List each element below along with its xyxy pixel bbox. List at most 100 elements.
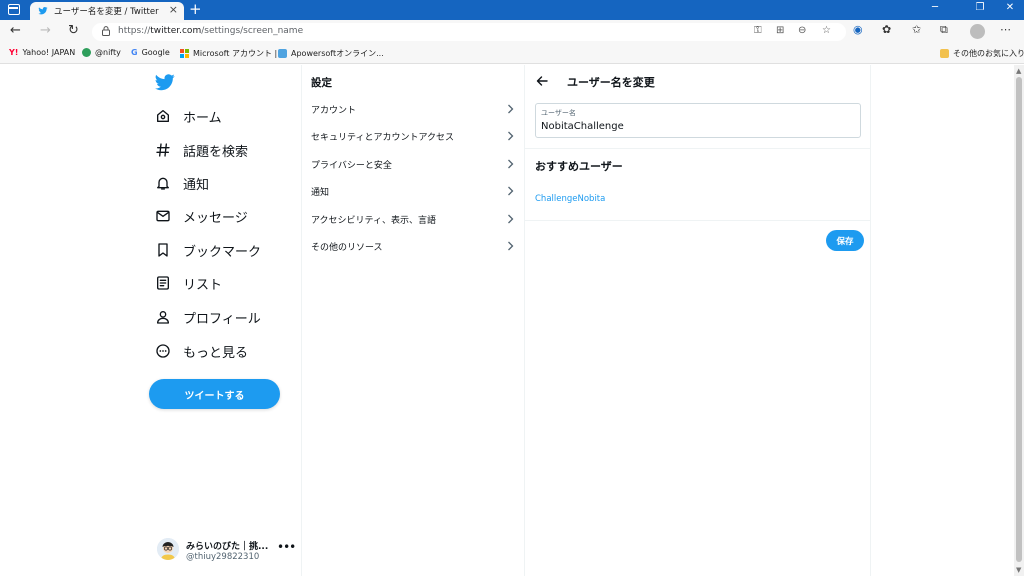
address-bar[interactable]: https://twitter.com/settings/screen_name…	[92, 23, 846, 41]
scroll-down-icon[interactable]: ▼	[1016, 566, 1021, 574]
avatar	[157, 538, 179, 560]
bookmark-google[interactable]: G Google	[131, 48, 170, 57]
scroll-thumb[interactable]	[1016, 77, 1022, 562]
username-field-label: ユーザー名	[541, 109, 576, 117]
forward-icon[interactable]: →	[40, 23, 51, 38]
username-field[interactable]: ユーザー名 NobitaChallenge	[535, 103, 861, 138]
back-arrow-icon[interactable]	[536, 75, 548, 87]
twitter-logo-icon[interactable]	[155, 74, 175, 91]
sidebar-item-more[interactable]: もっと見る	[155, 339, 248, 363]
chevron-right-icon	[508, 131, 514, 141]
chevron-right-icon	[508, 241, 514, 251]
list-icon	[157, 276, 169, 290]
sidebar-item-label: リスト	[183, 277, 223, 293]
browser-tab[interactable]: ユーザー名を変更 / Twitter ×	[30, 2, 184, 20]
column-divider	[524, 65, 525, 576]
browser-titlebar: ユーザー名を変更 / Twitter × + ─ ❐ ✕	[0, 0, 1024, 20]
settings-item-resources[interactable]: その他のリソース	[302, 234, 524, 261]
other-favorites-folder[interactable]: その他のお気に入り	[940, 48, 1024, 59]
close-window-icon[interactable]: ✕	[1000, 2, 1020, 13]
settings-item-label: アクセシビリティ、表示、言語	[311, 216, 437, 226]
save-button[interactable]: 保存	[826, 230, 864, 251]
settings-item-privacy[interactable]: プライバシーと安全	[302, 152, 524, 179]
zoom-icon[interactable]: ⊖	[798, 25, 806, 36]
back-icon[interactable]: ←	[10, 23, 21, 38]
recommended-username-link[interactable]: ChallengeNobita	[535, 194, 605, 204]
tab-title: ユーザー名を変更 / Twitter	[54, 7, 159, 17]
extensions-icon[interactable]: ✿	[882, 23, 891, 36]
twitter-page: ホーム 話題を検索 通知 メッセージ ブックマーク リスト プロフィール もっと…	[0, 65, 1024, 576]
tab-actions-icon[interactable]	[8, 4, 20, 15]
settings-item-notifications[interactable]: 通知	[302, 179, 524, 206]
chevron-right-icon	[508, 159, 514, 169]
sidebar-item-label: 話題を検索	[183, 144, 249, 160]
bookmark-icon	[158, 243, 168, 257]
sidebar-item-lists[interactable]: リスト	[155, 271, 222, 295]
sidebar-item-messages[interactable]: メッセージ	[155, 204, 248, 228]
app-available-icon[interactable]: ⊞	[776, 25, 784, 36]
page-title: ユーザー名を変更	[567, 76, 655, 89]
restore-icon[interactable]: ❐	[970, 2, 990, 13]
address-toolbar: ← → ↻ https://twitter.com/settings/scree…	[0, 20, 1024, 44]
bookmark-nifty[interactable]: @nifty	[82, 48, 121, 57]
sidebar-item-label: 通知	[183, 177, 210, 193]
google-icon: G	[131, 48, 138, 57]
twitter-bird-icon	[38, 7, 48, 15]
collections-icon[interactable]: ⧉	[940, 23, 948, 37]
sidebar-item-bookmarks[interactable]: ブックマーク	[155, 238, 261, 262]
envelope-icon	[156, 210, 170, 222]
person-icon	[157, 311, 169, 324]
user-display-name: みらいのびた｜挑...	[186, 542, 269, 552]
reload-icon[interactable]: ↻	[68, 23, 79, 38]
settings-item-label: その他のリソース	[311, 243, 383, 253]
page-scrollbar[interactable]: ▲ ▼	[1014, 65, 1024, 576]
sidebar-item-notifications[interactable]: 通知	[155, 171, 209, 195]
sidebar-item-explore[interactable]: 話題を検索	[155, 138, 248, 162]
bookmark-microsoft[interactable]: Microsoft アカウント |...	[180, 48, 285, 59]
bookmark-apowersoft[interactable]: Apowersoftオンライン...	[278, 48, 384, 59]
bookmark-yahoo[interactable]: Y! Yahoo! JAPAN	[9, 48, 75, 57]
section-divider	[525, 148, 870, 149]
more-circle-icon	[156, 344, 170, 358]
sidebar-item-profile[interactable]: プロフィール	[155, 305, 261, 329]
favorite-star-icon[interactable]: ☆	[822, 25, 831, 36]
tweet-button[interactable]: ツイートする	[149, 379, 280, 409]
settings-item-label: 通知	[311, 188, 330, 198]
minimize-icon[interactable]: ─	[925, 2, 945, 13]
chevron-right-icon	[508, 186, 514, 196]
user-handle: @thiuy29822310	[186, 552, 260, 562]
sidebar-item-label: メッセージ	[183, 210, 248, 226]
settings-item-label: セキュリティとアカウントアクセス	[311, 133, 455, 143]
nifty-icon	[82, 48, 91, 57]
folder-icon	[940, 49, 949, 58]
tab-close-icon[interactable]: ×	[169, 3, 178, 16]
settings-item-account[interactable]: アカウント	[302, 97, 524, 124]
section-divider	[525, 220, 870, 221]
settings-title: 設定	[311, 77, 332, 89]
globe-extension-icon[interactable]: ◉	[853, 23, 863, 36]
profile-avatar-icon[interactable]	[970, 24, 985, 39]
avatar-illustration-icon	[157, 538, 179, 560]
key-icon[interactable]: ⚿	[754, 25, 762, 36]
url-text: https://twitter.com/settings/screen_name	[118, 26, 304, 36]
username-input[interactable]: NobitaChallenge	[541, 121, 624, 132]
new-tab-button[interactable]: +	[189, 0, 202, 18]
home-icon	[157, 110, 169, 122]
sidebar-item-label: もっと見る	[183, 345, 249, 361]
settings-item-label: アカウント	[311, 106, 357, 116]
chevron-right-icon	[508, 214, 514, 224]
more-options-icon[interactable]: •••	[277, 540, 296, 554]
account-switcher[interactable]: みらいのびた｜挑... @thiuy29822310 •••	[157, 536, 297, 566]
yahoo-icon: Y!	[9, 48, 19, 57]
settings-item-accessibility[interactable]: アクセシビリティ、表示、言語	[302, 207, 524, 234]
bookmarks-bar: Y! Yahoo! JAPAN @nifty G Google Microsoft …	[0, 44, 1024, 64]
recommended-users-title: おすすめユーザー	[535, 160, 623, 173]
more-menu-icon[interactable]: ⋯	[1000, 23, 1011, 36]
sidebar-item-home[interactable]: ホーム	[155, 104, 222, 128]
settings-item-label: プライバシーと安全	[311, 161, 392, 171]
hashtag-icon	[156, 143, 170, 157]
sidebar-item-label: ホーム	[183, 110, 222, 126]
scroll-up-icon[interactable]: ▲	[1016, 67, 1021, 75]
settings-item-security[interactable]: セキュリティとアカウントアクセス	[302, 124, 524, 151]
favorites-icon[interactable]: ✩	[912, 23, 921, 36]
